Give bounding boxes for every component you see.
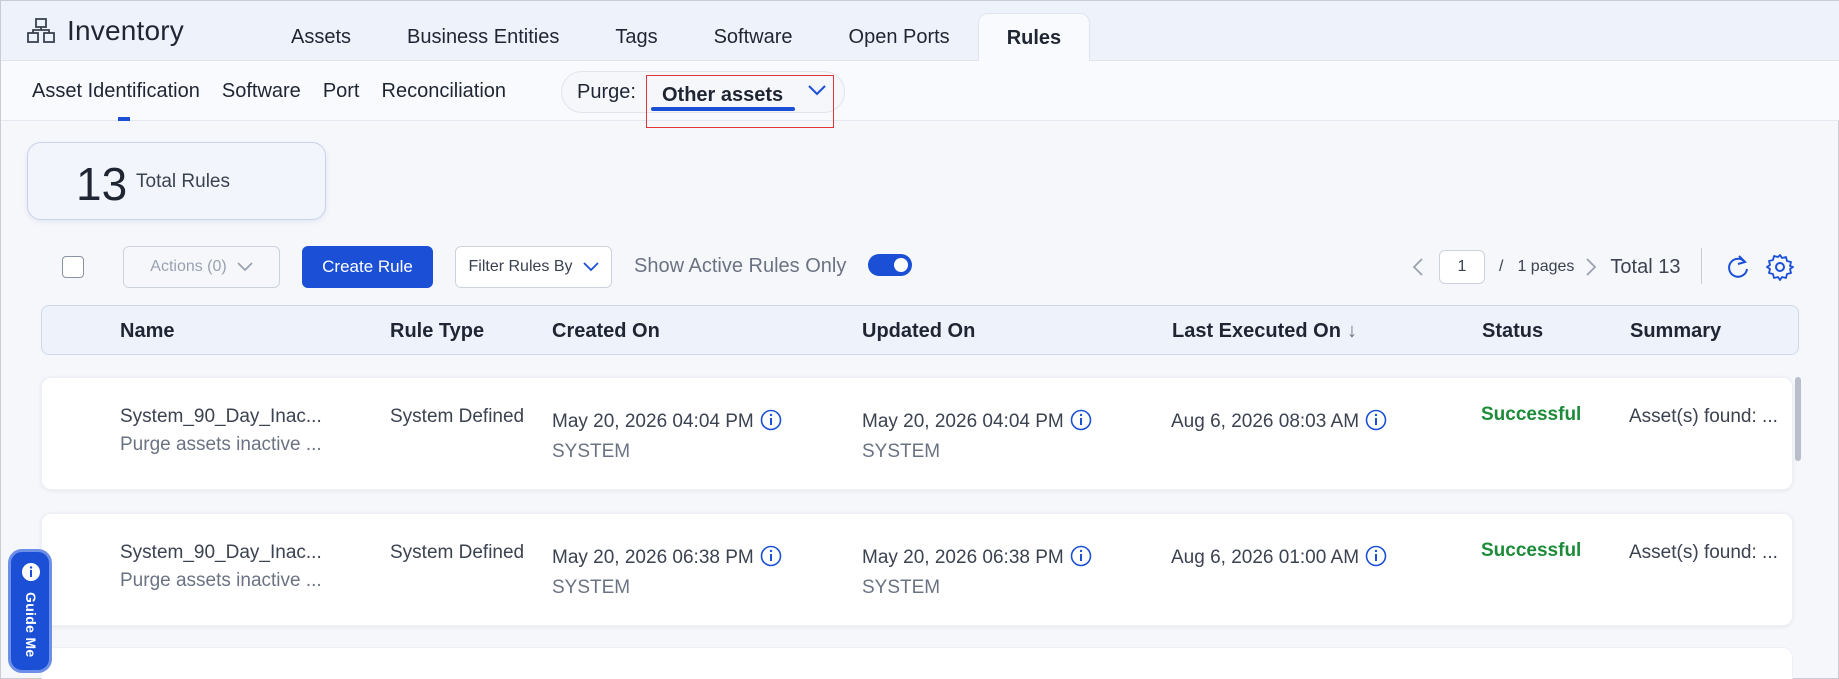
purge-label: Purge:: [577, 81, 636, 103]
rule-description: Purge assets inactive ...: [120, 570, 322, 591]
last-executed-value: Aug 6, 2026 01:00 AM: [1171, 547, 1360, 568]
created-on: May 20, 2026 04:04 PM: [552, 409, 782, 433]
sub-nav: Asset Identification Software Port Recon…: [1, 61, 1839, 128]
toggle-knob: [894, 258, 908, 272]
active-rules-toggle[interactable]: [868, 254, 912, 276]
column-header-updated-on[interactable]: Updated On: [862, 320, 975, 343]
last-executed: Aug 6, 2026 01:00 AM: [1171, 545, 1387, 569]
created-by: SYSTEM: [552, 577, 631, 598]
updated-on-value: May 20, 2026 04:04 PM: [862, 411, 1064, 432]
purge-active-underline: [651, 107, 795, 111]
sub-tabs: Asset Identification Software Port Recon…: [32, 61, 528, 121]
rule-summary: Asset(s) found: ...: [1629, 406, 1778, 427]
filter-rules-dropdown[interactable]: Filter Rules By: [455, 246, 612, 288]
status-badge: Successful: [1481, 540, 1582, 561]
select-all-checkbox[interactable]: [62, 256, 84, 278]
tab-tags[interactable]: Tags: [587, 13, 685, 61]
app-title: Inventory: [67, 15, 184, 46]
main-tabs: Assets Business Entities Tags Software O…: [263, 13, 1091, 62]
table-header: Name Rule Type Created On Updated On Las…: [41, 305, 1799, 355]
rule-summary: Asset(s) found: ...: [1629, 542, 1778, 563]
tab-rules[interactable]: Rules: [977, 13, 1091, 62]
column-header-last-executed[interactable]: Last Executed On ↓: [1172, 320, 1357, 343]
created-on: May 20, 2026 06:38 PM: [552, 545, 782, 569]
total-rules-card: 13 Total Rules: [27, 142, 326, 220]
sort-down-icon: ↓: [1346, 320, 1357, 342]
updated-on: May 20, 2026 06:38 PM: [862, 545, 1092, 569]
created-on-value: May 20, 2026 06:38 PM: [552, 547, 754, 568]
toolbar-divider: [1701, 248, 1702, 284]
info-icon[interactable]: [760, 409, 782, 431]
page-number-input[interactable]: 1: [1439, 250, 1485, 284]
chevron-down-icon: [237, 262, 253, 272]
info-icon[interactable]: [1365, 409, 1387, 431]
rule-name[interactable]: System_90_Day_Inac...: [120, 542, 322, 564]
info-icon[interactable]: [1070, 545, 1092, 567]
info-icon[interactable]: [1070, 409, 1092, 431]
page-separator: /: [1499, 258, 1504, 275]
actions-dropdown[interactable]: Actions (0): [123, 246, 280, 288]
guide-me-button[interactable]: Guide Me: [8, 549, 52, 673]
rule-type: System Defined: [390, 406, 525, 427]
info-icon: [22, 563, 40, 581]
gear-icon[interactable]: [1766, 253, 1794, 281]
total-rules-label: Total Rules: [136, 171, 230, 192]
guide-me-label: Guide Me: [23, 592, 39, 658]
column-header-rule-type[interactable]: Rule Type: [390, 320, 484, 343]
create-rule-button[interactable]: Create Rule: [302, 246, 433, 288]
column-header-name[interactable]: Name: [120, 320, 174, 343]
info-icon[interactable]: [1365, 545, 1387, 567]
subtab-port[interactable]: Port: [323, 61, 360, 121]
last-executed: Aug 6, 2026 08:03 AM: [1171, 409, 1387, 433]
tab-assets[interactable]: Assets: [263, 13, 379, 61]
total-count: Total 13: [1610, 255, 1681, 278]
chevron-left-icon[interactable]: [1411, 257, 1425, 277]
chevron-right-icon[interactable]: [1584, 257, 1598, 277]
subtab-software[interactable]: Software: [222, 61, 301, 121]
page-count: 1 pages: [1517, 258, 1575, 275]
tab-software[interactable]: Software: [686, 13, 821, 61]
pagination: 1 / 1 pages Total 13: [1411, 248, 1680, 286]
total-rules-count: 13: [76, 158, 128, 210]
created-by: SYSTEM: [552, 441, 631, 462]
subtab-reconciliation[interactable]: Reconciliation: [382, 61, 507, 121]
tab-open-ports[interactable]: Open Ports: [821, 13, 978, 61]
refresh-icon[interactable]: [1725, 253, 1751, 281]
updated-by: SYSTEM: [862, 577, 941, 598]
last-executed-value: Aug 6, 2026 08:03 AM: [1171, 411, 1360, 432]
inventory-icon: [27, 18, 55, 43]
filter-label: Filter Rules By: [468, 258, 573, 275]
updated-by: SYSTEM: [862, 441, 941, 462]
column-header-summary[interactable]: Summary: [1630, 320, 1721, 343]
updated-on: May 20, 2026 04:04 PM: [862, 409, 1092, 433]
chevron-down-icon: [582, 262, 599, 272]
purge-dropdown[interactable]: Other assets: [646, 75, 834, 128]
table-row[interactable]: System_90_Day_Inac... Purge assets inact…: [41, 513, 1793, 626]
actions-label: Actions (0): [150, 258, 227, 275]
subtab-asset-identification[interactable]: Asset Identification: [32, 61, 200, 121]
rule-name[interactable]: System_90_Day_Inac...: [120, 406, 322, 428]
column-header-created-on[interactable]: Created On: [552, 320, 660, 343]
tab-business-entities[interactable]: Business Entities: [379, 13, 587, 61]
app-title-group: Inventory: [27, 15, 184, 47]
status-badge: Successful: [1481, 404, 1582, 425]
rule-description: Purge assets inactive ...: [120, 434, 322, 455]
purge-selected-value: Other assets: [662, 84, 784, 106]
updated-on-value: May 20, 2026 06:38 PM: [862, 547, 1064, 568]
column-header-status[interactable]: Status: [1482, 320, 1543, 343]
table-row[interactable]: System_90_Day_Inac... Purge assets inact…: [41, 377, 1793, 490]
active-rules-label: Show Active Rules Only: [634, 255, 847, 277]
table-row-partial[interactable]: [41, 647, 1793, 679]
info-icon[interactable]: [760, 545, 782, 567]
created-on-value: May 20, 2026 04:04 PM: [552, 411, 754, 432]
table-scrollbar[interactable]: [1795, 377, 1801, 461]
chevron-down-icon: [808, 85, 826, 96]
column-header-last-executed-label: Last Executed On: [1172, 320, 1341, 342]
top-bar: Inventory Assets Business Entities Tags …: [1, 1, 1839, 62]
rule-type: System Defined: [390, 542, 525, 563]
